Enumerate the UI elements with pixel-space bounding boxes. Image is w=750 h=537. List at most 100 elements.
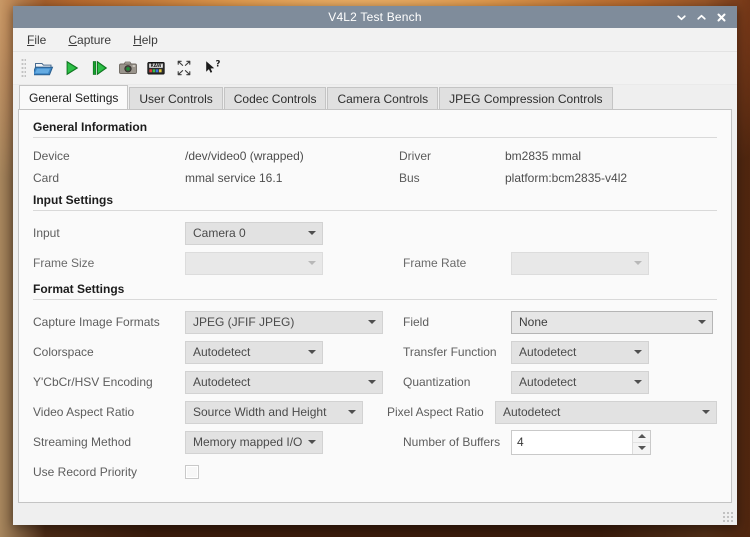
input-settings-heading: Input Settings — [33, 193, 113, 207]
start-capture-button[interactable] — [58, 55, 86, 81]
capture-image-formats-label: Capture Image Formats — [33, 315, 160, 329]
driver-label: Driver — [399, 149, 431, 163]
maximize-button[interactable] — [692, 8, 710, 26]
number-of-buffers-spinbox[interactable]: 4 — [511, 429, 651, 455]
spinbox-decrement-button[interactable] — [633, 443, 650, 454]
tab-codec-controls[interactable]: Codec Controls — [223, 87, 327, 109]
chevron-down-icon — [306, 350, 318, 354]
tab-general-settings[interactable]: General Settings — [19, 85, 129, 109]
tab-camera-controls-label: Camera Controls — [337, 91, 429, 106]
video-aspect-ratio-combobox[interactable]: Source Width and Height — [185, 400, 363, 424]
chevron-down-icon — [632, 261, 644, 265]
card-value: mmal service 16.1 — [185, 171, 283, 185]
pixel-aspect-ratio-label: Pixel Aspect Ratio — [387, 405, 484, 419]
aspect-ratio-row: Video Aspect Ratio Source Width and Heig… — [33, 397, 717, 427]
field-label: Field — [403, 315, 430, 329]
quantization-label: Quantization — [403, 375, 471, 389]
chevron-down-icon — [306, 261, 318, 265]
number-of-buffers-value: 4 — [517, 435, 524, 449]
snapshot-button[interactable] — [114, 55, 142, 81]
transfer-function-combobox[interactable]: Autodetect — [511, 340, 649, 364]
input-settings-divider — [33, 210, 717, 211]
close-button[interactable] — [712, 8, 730, 26]
application-window: V4L2 Test Bench File Capture Help RAW ? … — [13, 6, 737, 525]
spinbox-increment-button[interactable] — [633, 431, 650, 443]
frame-size-combobox[interactable] — [185, 251, 323, 275]
frame-size-label: Frame Size — [33, 256, 95, 270]
minimize-button[interactable] — [672, 8, 690, 26]
input-label: Input — [33, 226, 60, 240]
menu-help-label: elp — [141, 32, 158, 47]
toolbar-drag-handle[interactable] — [21, 58, 26, 78]
step-capture-button[interactable] — [86, 55, 114, 81]
input-row: Input Camera 0 — [33, 218, 717, 248]
pixel-aspect-ratio-value: Autodetect — [503, 405, 561, 419]
frame-rate-label: Frame Rate — [403, 256, 467, 270]
capture-image-formats-combobox[interactable]: JPEG (JFIF JPEG) — [185, 310, 383, 334]
settings-content: General Information Device /dev/video0 (… — [19, 110, 731, 487]
ycbcr-quantization-row: Y'CbCr/HSV Encoding Autodetect Quantizat… — [33, 367, 717, 397]
device-label: Device — [33, 149, 70, 163]
frame-rate-combobox[interactable] — [511, 251, 649, 275]
bus-label: Bus — [399, 171, 420, 185]
streaming-method-combobox[interactable]: Memory mapped I/O — [185, 430, 323, 454]
tab-camera-controls[interactable]: Camera Controls — [327, 87, 439, 109]
save-raw-button[interactable]: RAW — [142, 55, 170, 81]
streaming-buffers-row: Streaming Method Memory mapped I/O Numbe… — [33, 427, 717, 457]
colorspace-combobox[interactable]: Autodetect — [185, 340, 323, 364]
format-settings-heading: Format Settings — [33, 282, 125, 296]
general-information-heading: General Information — [33, 120, 148, 134]
menu-file[interactable]: File — [25, 32, 48, 48]
chevron-down-icon — [346, 410, 358, 414]
colorspace-combobox-value: Autodetect — [193, 345, 251, 359]
colorspace-transfer-row: Colorspace Autodetect Transfer Function … — [33, 337, 717, 367]
open-folder-button[interactable] — [30, 55, 58, 81]
chevron-down-icon — [696, 320, 708, 324]
device-value: /dev/video0 (wrapped) — [185, 149, 304, 163]
quantization-combobox[interactable]: Autodetect — [511, 370, 649, 394]
tab-user-controls[interactable]: User Controls — [129, 87, 223, 109]
menu-file-label: ile — [34, 32, 47, 47]
capture-format-field-row: Capture Image Formats JPEG (JFIF JPEG) F… — [33, 307, 717, 337]
bus-value: platform:bcm2835-v4l2 — [505, 171, 628, 185]
menu-capture-mnemonic: C — [68, 32, 78, 47]
whats-this-icon: ? — [203, 59, 221, 77]
quantization-combobox-value: Autodetect — [519, 375, 577, 389]
input-combobox[interactable]: Camera 0 — [185, 221, 323, 245]
fullscreen-icon — [175, 59, 193, 77]
menu-help[interactable]: Help — [131, 32, 160, 48]
field-combobox[interactable]: None — [511, 310, 713, 334]
whats-this-button[interactable]: ? — [198, 55, 226, 81]
titlebar[interactable]: V4L2 Test Bench — [13, 6, 737, 28]
pixel-aspect-ratio-combobox[interactable]: Autodetect — [495, 400, 717, 424]
transfer-function-label: Transfer Function — [403, 345, 497, 359]
fullscreen-button[interactable] — [170, 55, 198, 81]
menu-capture-label: apture — [77, 32, 112, 47]
menu-capture[interactable]: Capture — [66, 32, 113, 48]
ycbcr-hsv-encoding-label: Y'CbCr/HSV Encoding — [33, 375, 153, 389]
format-settings-divider — [33, 299, 717, 300]
field-combobox-value: None — [519, 315, 548, 329]
number-of-buffers-label: Number of Buffers — [403, 435, 501, 449]
transfer-function-combobox-value: Autodetect — [519, 345, 577, 359]
triangle-up-icon — [637, 434, 646, 438]
tab-bar: General Settings User Controls Codec Con… — [13, 85, 737, 109]
chevron-down-icon — [700, 410, 712, 414]
toolbar: RAW ? — [13, 52, 737, 85]
tab-general-settings-label: General Settings — [29, 90, 119, 105]
frame-size-rate-row: Frame Size Frame Rate — [33, 248, 717, 278]
raw-icon: RAW — [146, 59, 166, 77]
use-record-priority-checkbox[interactable] — [185, 465, 199, 479]
chevron-down-icon — [632, 350, 644, 354]
statusbar — [13, 503, 737, 525]
ycbcr-hsv-encoding-combobox[interactable]: Autodetect — [185, 370, 383, 394]
resize-grip[interactable] — [722, 511, 734, 523]
tab-jpeg-compression-controls[interactable]: JPEG Compression Controls — [439, 87, 613, 109]
chevron-down-icon — [632, 380, 644, 384]
triangle-down-icon — [637, 446, 646, 450]
menu-help-mnemonic: H — [133, 32, 142, 47]
svg-text:?: ? — [216, 60, 221, 70]
colorspace-label: Colorspace — [33, 345, 94, 359]
general-information-grid: Device /dev/video0 (wrapped) Driver bm28… — [33, 145, 717, 189]
chevron-down-icon — [306, 440, 318, 444]
